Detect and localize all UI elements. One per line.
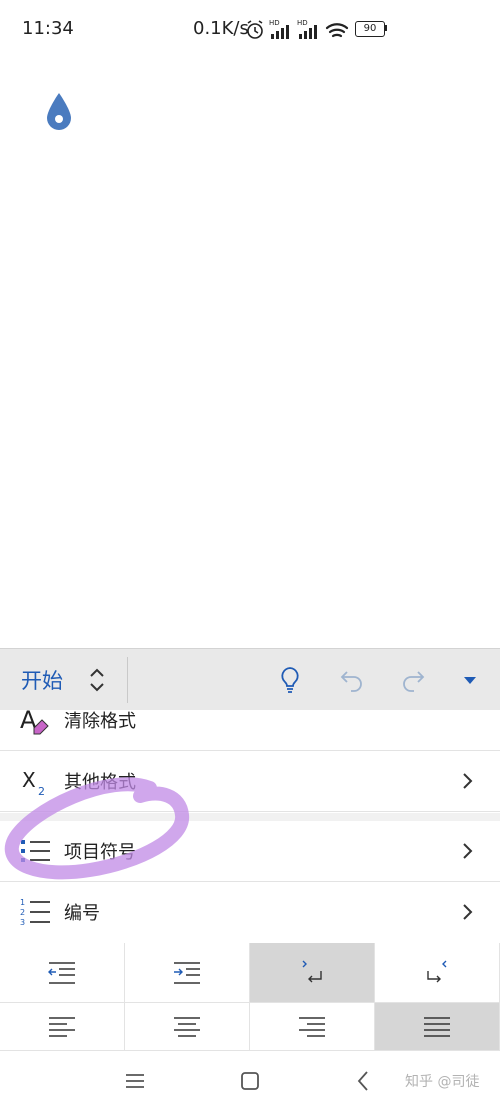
decrease-indent-icon [48,961,75,984]
increase-indent-button[interactable] [125,943,250,1003]
menu-item-label: 其他格式 [64,772,136,793]
undo-icon [340,671,362,692]
numbered-list-icon: 1 2 3 [20,898,50,927]
svg-text:HD: HD [297,19,308,27]
svg-text:X: X [22,768,36,792]
redo-button[interactable] [396,663,430,697]
cursor-handle-icon[interactable] [46,92,72,132]
menu-item-clear-format[interactable]: A 清除格式 [0,710,500,751]
back-icon[interactable] [355,1069,371,1093]
tab-switch-button[interactable] [80,663,114,697]
chevron-right-icon [463,904,473,920]
menu-item-bullets[interactable]: 项目符号 [0,821,500,882]
section-gap [0,813,500,821]
signal-icon-1: HD [269,19,289,39]
right-to-left-icon [427,960,447,982]
align-left-button[interactable] [0,1003,125,1051]
chevron-up-down-icon [90,668,104,692]
menu-icon[interactable] [124,1071,146,1091]
status-bar: 11:34 0.1K/s HD HD 90 [0,0,500,60]
network-speed: 0.1K/s [193,18,249,39]
lightbulb-icon [281,667,299,693]
align-left-icon [49,1016,75,1037]
align-center-icon [174,1016,200,1037]
menu-item-label: 项目符号 [64,842,136,863]
left-to-right-icon [302,960,322,982]
svg-text:3: 3 [20,918,25,927]
align-center-button[interactable] [125,1003,250,1051]
undo-button[interactable] [335,663,369,697]
watermark: 知乎 @司徒 [405,1074,480,1090]
menu-item-other-format[interactable]: X 2 其他格式 [0,751,500,812]
status-time: 11:34 [22,18,74,39]
justify-button[interactable] [375,1003,500,1051]
svg-text:2: 2 [20,908,25,917]
ribbon-bar: 开始 [0,648,500,712]
battery-level: 90 [363,23,377,34]
battery-icon: 90 [355,21,385,37]
svg-text:1: 1 [20,898,25,907]
align-right-icon [299,1016,325,1037]
clear-format-icon: A [20,710,49,735]
ribbon-tab-title[interactable]: 开始 [21,665,63,695]
home-icon[interactable] [239,1070,261,1092]
align-right-button[interactable] [250,1003,375,1051]
format-menu: A 清除格式 X 2 其他格式 项目符号 1 2 3 编号 [0,710,500,942]
battery-tip [385,25,387,31]
paragraph-tools [0,943,500,1051]
menu-item-label: 编号 [64,903,100,924]
svg-text:2: 2 [38,785,45,797]
alarm-icon [247,20,263,39]
redo-icon [403,671,425,692]
wifi-icon [325,23,349,38]
bullet-list-icon [21,840,50,862]
svg-text:HD: HD [269,19,280,27]
subscript-icon: X 2 [22,768,45,797]
tell-me-button[interactable] [273,663,307,697]
status-icons: HD HD [247,19,349,39]
menu-item-numbering[interactable]: 1 2 3 编号 [0,882,500,942]
collapse-ribbon-button[interactable] [453,663,487,697]
justify-icon [424,1016,450,1037]
chevron-right-icon [463,843,473,859]
decrease-indent-button[interactable] [0,943,125,1003]
signal-icon-2: HD [297,19,317,39]
chevron-right-icon [463,773,473,789]
caret-down-icon [464,677,476,684]
increase-indent-icon [174,961,200,984]
system-nav-bar: 知乎 @司徒 [0,1051,500,1111]
ribbon-divider [127,657,128,703]
menu-item-label: 清除格式 [64,711,136,732]
ltr-direction-button[interactable] [250,943,375,1003]
rtl-direction-button[interactable] [375,943,500,1003]
